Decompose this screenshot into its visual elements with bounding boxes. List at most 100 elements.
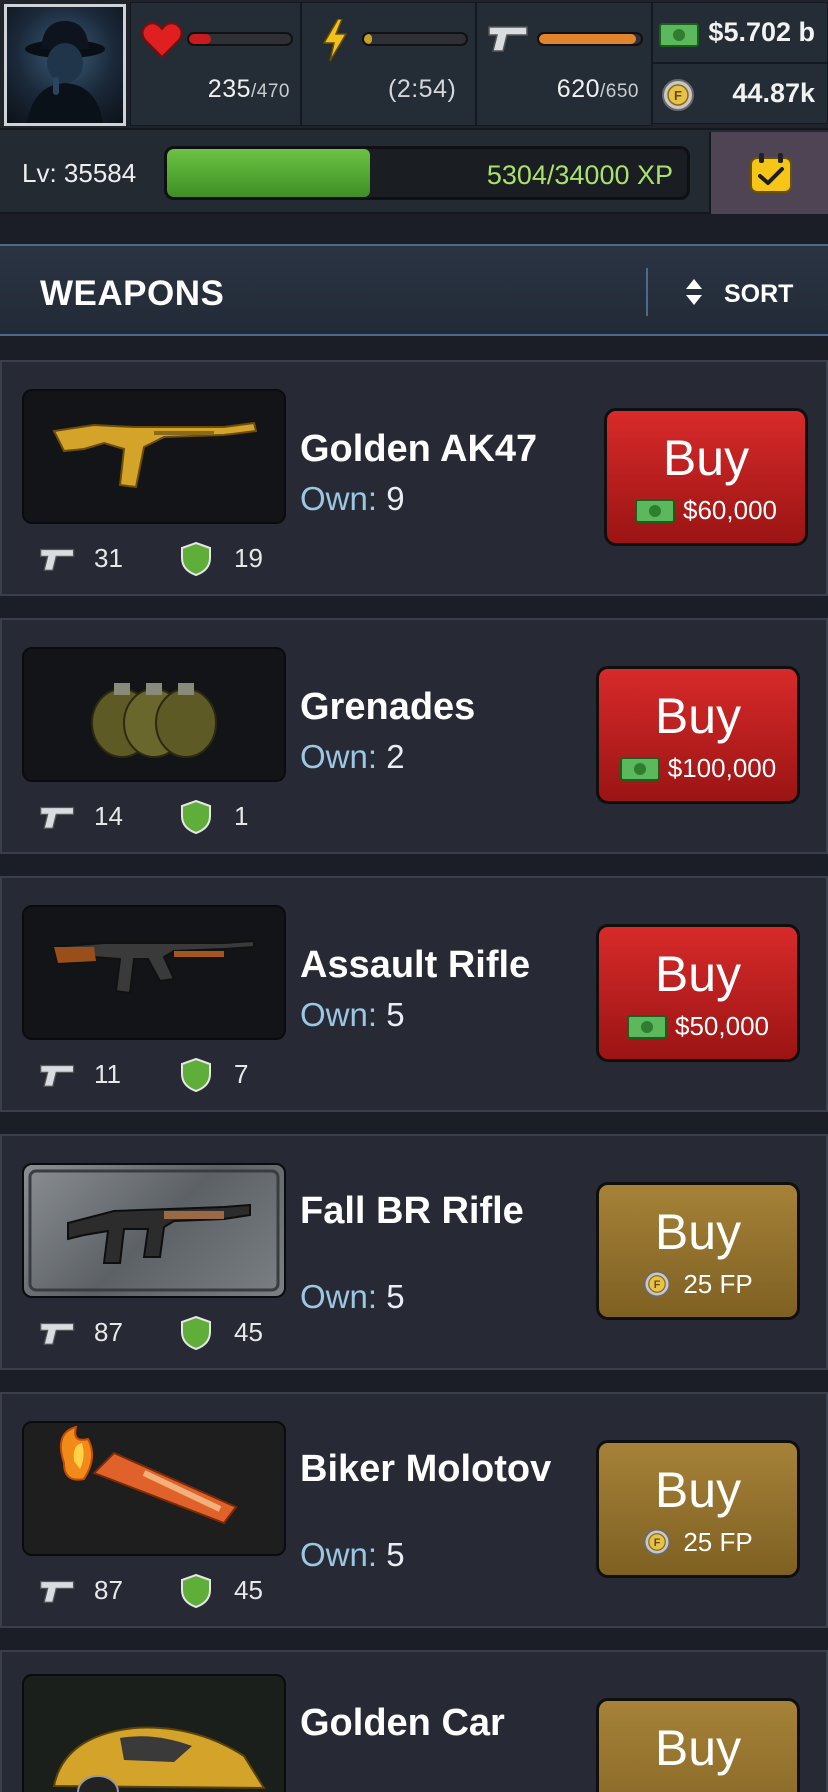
cash-icon xyxy=(659,23,699,47)
energy-bar xyxy=(362,32,468,46)
defense-value: 19 xyxy=(234,543,263,573)
defense-value: 7 xyxy=(234,1059,249,1089)
item-own-count: Own: 9 xyxy=(300,480,405,517)
attack-value: 11 xyxy=(94,1059,121,1089)
fp-balance[interactable]: F 44.87k xyxy=(652,63,828,124)
buy-button[interactable]: Buy F 25 FP xyxy=(596,1440,800,1578)
sort-button[interactable]: SORT xyxy=(680,268,820,316)
shop-item-assault-rifle: 11 7 Assault Rifle Own: 5 Buy $50,000 xyxy=(0,876,828,1112)
item-name: Golden AK47 xyxy=(300,428,538,470)
shop-item-biker-molotov: 87 45 Biker Molotov Own: 5 Buy F 25 FP xyxy=(0,1392,828,1628)
buy-label: Buy xyxy=(654,946,742,1002)
shop-item-fall-br-rifle: 87 45 Fall BR Rifle Own: 5 Buy F 25 FP xyxy=(0,1134,828,1370)
shield-icon xyxy=(181,1574,211,1608)
buy-button[interactable]: Buy $60,000 xyxy=(604,408,808,546)
daily-rewards-button[interactable] xyxy=(709,132,828,214)
item-stats: 87 45 xyxy=(38,1570,298,1610)
buy-button[interactable]: Buy $50,000 xyxy=(596,924,800,1062)
fp-coin-icon: F xyxy=(662,79,694,111)
buy-label: Buy xyxy=(654,1720,742,1776)
item-own-count: Own: 5 xyxy=(300,1278,405,1315)
cash-balance[interactable]: $5.702 b xyxy=(652,2,828,63)
pistol-icon xyxy=(40,1580,75,1603)
energy-bar-fill xyxy=(364,34,373,44)
buy-label: Buy xyxy=(654,1462,742,1518)
pistol-icon xyxy=(40,1322,75,1345)
health-bar-fill xyxy=(189,34,212,44)
buy-label: Buy xyxy=(662,430,750,486)
pistol-icon xyxy=(488,26,528,52)
calendar-check-icon xyxy=(750,153,792,193)
item-image xyxy=(22,1163,286,1298)
xp-text: 5304/34000 XP xyxy=(486,160,673,190)
item-image xyxy=(22,1421,286,1556)
xp-progress-fill xyxy=(167,149,370,197)
buy-button[interactable]: Buy xyxy=(596,1698,800,1792)
stamina-value: 620/650 xyxy=(556,75,639,103)
header-divider xyxy=(646,268,648,316)
assault-rifle-image xyxy=(52,939,255,995)
lightning-icon xyxy=(322,19,348,61)
attack-value: 14 xyxy=(94,801,123,831)
sort-label: SORT xyxy=(724,280,794,308)
cash-icon xyxy=(627,1015,667,1039)
shop-item-golden-car: Golden Car Buy xyxy=(0,1650,828,1792)
item-image xyxy=(22,905,286,1040)
item-own-count: Own: 5 xyxy=(300,1536,405,1573)
stamina-bar xyxy=(537,32,643,46)
item-stats: 11 7 xyxy=(38,1054,298,1094)
sort-arrows-icon xyxy=(686,279,702,305)
price: $60,000 xyxy=(607,495,805,526)
item-image xyxy=(22,389,286,524)
defense-value: 45 xyxy=(234,1317,263,1347)
shop-item-golden-ak47: 31 19 Golden AK47 Own: 9 Buy $60,000 xyxy=(0,360,828,596)
xp-progress-bar: 5304/34000 XP xyxy=(164,146,690,200)
energy-stat[interactable]: (2:54) xyxy=(301,2,476,126)
item-stats: 31 19 xyxy=(38,538,298,578)
attack-value: 31 xyxy=(94,543,123,573)
attack-value: 87 xyxy=(94,1575,123,1605)
cash-amount: $5.702 b xyxy=(708,17,815,47)
price: F 25 FP xyxy=(599,1527,797,1558)
biker-molotov-image xyxy=(60,1425,238,1525)
svg-text:F: F xyxy=(654,1279,661,1291)
fp-coin-icon: F xyxy=(644,1270,671,1298)
item-own-count: Own: 5 xyxy=(300,996,405,1033)
health-value: 235/470 xyxy=(207,75,290,103)
status-bar: 235/470 (2:54) 620/650 $5.702 b F 44.87k xyxy=(0,0,828,128)
item-stats: 14 1 xyxy=(38,796,298,836)
player-avatar[interactable] xyxy=(4,4,126,126)
shield-icon xyxy=(181,1316,211,1350)
item-image xyxy=(22,1674,286,1792)
buy-button[interactable]: Buy F 25 FP xyxy=(596,1182,800,1320)
level-bar: Lv: 35584 5304/34000 XP xyxy=(0,128,828,214)
fall-br-rifle-image xyxy=(28,1169,280,1292)
buy-label: Buy xyxy=(654,1204,742,1260)
golden-car-image xyxy=(52,1726,266,1792)
weapons-section-header: WEAPONS SORT xyxy=(0,244,828,336)
energy-timer: (2:54) xyxy=(388,75,457,103)
golden-ak47-image xyxy=(52,421,258,489)
pistol-icon xyxy=(40,806,75,829)
attack-value: 87 xyxy=(94,1317,123,1347)
grenades-image xyxy=(91,683,217,758)
pistol-icon xyxy=(40,1064,75,1087)
svg-text:F: F xyxy=(674,88,682,103)
stamina-stat[interactable]: 620/650 xyxy=(476,2,652,126)
health-stat[interactable]: 235/470 xyxy=(130,2,301,126)
item-name: Grenades xyxy=(300,686,476,728)
stamina-bar-fill xyxy=(539,34,636,44)
price: F 25 FP xyxy=(599,1269,797,1300)
item-name: Golden Car xyxy=(300,1702,505,1744)
buy-label: Buy xyxy=(654,688,742,744)
section-title: WEAPONS xyxy=(40,274,225,313)
price: $100,000 xyxy=(599,753,797,784)
price: $50,000 xyxy=(599,1011,797,1042)
shield-icon xyxy=(181,542,211,576)
cash-icon xyxy=(619,757,660,781)
svg-text:F: F xyxy=(654,1537,661,1549)
avatar-mobster-image xyxy=(25,21,105,123)
fp-coin-icon: F xyxy=(644,1528,671,1556)
buy-button[interactable]: Buy $100,000 xyxy=(596,666,800,804)
item-name: Assault Rifle xyxy=(300,944,531,986)
